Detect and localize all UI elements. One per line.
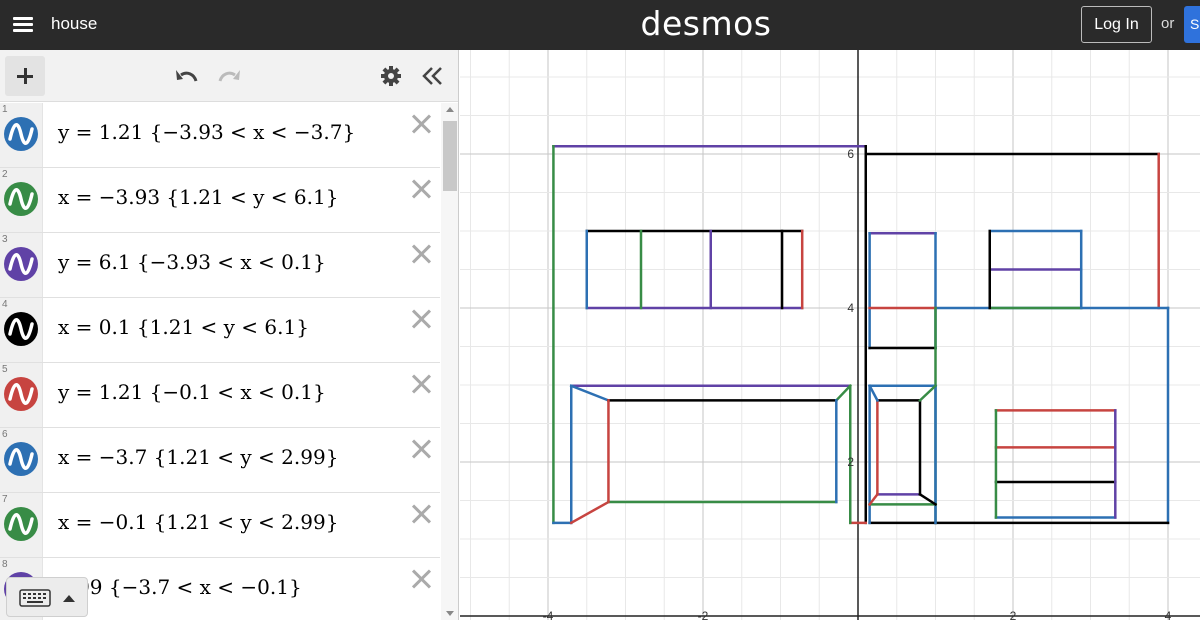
graph-segment[interactable] xyxy=(834,384,853,403)
expression-input[interactable]: y = 1.21 {−3.93 < x < −3.7} xyxy=(58,120,355,144)
scroll-thumb[interactable] xyxy=(443,121,457,191)
graph-segment[interactable] xyxy=(569,384,611,403)
keyboard-toggle-button[interactable] xyxy=(6,577,88,617)
delete-expression-icon[interactable] xyxy=(410,568,432,590)
expression-row[interactable]: 2 x = −3.93 {1.21 < y < 6.1} xyxy=(0,168,440,233)
expression-gutter: 5 xyxy=(0,363,43,427)
expression-index: 6 xyxy=(2,429,8,440)
expression-index: 1 xyxy=(2,104,8,115)
expression-toolbar xyxy=(0,50,458,102)
delete-expression-icon[interactable] xyxy=(410,503,432,525)
expression-index: 5 xyxy=(2,364,8,375)
graph-segment[interactable] xyxy=(918,492,938,507)
keyboard-icon xyxy=(19,589,51,607)
signup-button[interactable]: Sign Up xyxy=(1184,6,1200,43)
expression-row[interactable]: 4 x = 0.1 {1.21 < y < 6.1} xyxy=(0,298,440,363)
y-tick-label: 2 xyxy=(847,455,854,469)
graph-toggle-icon[interactable] xyxy=(4,247,38,281)
gear-icon[interactable] xyxy=(378,64,404,88)
undo-icon[interactable] xyxy=(174,64,200,88)
add-expression-button[interactable] xyxy=(5,56,45,96)
expression-gutter: 3 xyxy=(0,233,43,297)
or-label: or xyxy=(1161,15,1175,32)
expression-gutter: 1 xyxy=(0,103,43,167)
graph-segment[interactable] xyxy=(569,500,611,525)
desmos-logo: desmos xyxy=(640,4,772,43)
graph-svg[interactable]: -4 -2 2 4 2 4 6 xyxy=(460,50,1200,620)
graph-toggle-icon[interactable] xyxy=(4,312,38,346)
expression-scrollbar[interactable] xyxy=(441,103,458,620)
expression-gutter: 4 xyxy=(0,298,43,362)
expression-row[interactable]: 3 y = 6.1 {−3.93 < x < 0.1} xyxy=(0,233,440,298)
x-tick-label: -4 xyxy=(543,609,554,620)
x-tick-label: 4 xyxy=(1165,609,1172,620)
expression-row[interactable]: 7 x = −0.1 {1.21 < y < 2.99} xyxy=(0,493,440,558)
expression-index: 7 xyxy=(2,494,8,505)
expression-panel: 1 y = 1.21 {−3.93 < x < −3.7} 2 x = −3.93 {… xyxy=(0,50,459,620)
graph-toggle-icon[interactable] xyxy=(4,117,38,151)
expression-row[interactable]: 5 y = 1.21 {−0.1 < x < 0.1} xyxy=(0,363,440,428)
delete-expression-icon[interactable] xyxy=(410,308,432,330)
delete-expression-icon[interactable] xyxy=(410,178,432,200)
top-bar: house desmos Log In or Sign Up xyxy=(0,0,1200,50)
expression-index: 8 xyxy=(2,559,8,570)
expression-list: 1 y = 1.21 {−3.93 < x < −3.7} 2 x = −3.93 {… xyxy=(0,103,440,620)
expression-input[interactable]: 2.99 {−3.7 < x < −0.1} xyxy=(58,575,302,599)
graph-canvas[interactable]: -4 -2 2 4 2 4 6 xyxy=(460,50,1200,620)
expression-row[interactable]: 1 y = 1.21 {−3.93 < x < −3.7} xyxy=(0,103,440,168)
double-chevron-left-icon[interactable] xyxy=(420,64,446,88)
graph-toggle-icon[interactable] xyxy=(4,442,38,476)
expression-input[interactable]: x = −3.93 {1.21 < y < 6.1} xyxy=(58,185,338,209)
x-tick-label: 2 xyxy=(1010,609,1017,620)
y-tick-label: 4 xyxy=(847,301,854,315)
delete-expression-icon[interactable] xyxy=(410,113,432,135)
expression-gutter: 7 xyxy=(0,493,43,557)
chevron-up-icon xyxy=(63,595,75,602)
x-tick-label: -2 xyxy=(698,609,709,620)
delete-expression-icon[interactable] xyxy=(410,373,432,395)
expression-row[interactable]: 6 x = −3.7 {1.21 < y < 2.99} xyxy=(0,428,440,493)
expression-index: 4 xyxy=(2,299,8,310)
login-button[interactable]: Log In xyxy=(1081,6,1152,43)
expression-input[interactable]: x = −3.7 {1.21 < y < 2.99} xyxy=(58,445,338,469)
expression-input[interactable]: x = −0.1 {1.21 < y < 2.99} xyxy=(58,510,338,534)
expression-input[interactable]: y = 6.1 {−3.93 < x < 0.1} xyxy=(58,250,326,274)
delete-expression-icon[interactable] xyxy=(410,243,432,265)
expression-gutter: 6 xyxy=(0,428,43,492)
expression-input[interactable]: x = 0.1 {1.21 < y < 6.1} xyxy=(58,315,309,339)
graph-toggle-icon[interactable] xyxy=(4,507,38,541)
redo-icon[interactable] xyxy=(216,64,242,88)
expression-index: 3 xyxy=(2,234,8,245)
expression-index: 2 xyxy=(2,169,8,180)
graph-toggle-icon[interactable] xyxy=(4,377,38,411)
y-tick-label: 6 xyxy=(847,147,854,161)
delete-expression-icon[interactable] xyxy=(410,438,432,460)
graph-toggle-icon[interactable] xyxy=(4,182,38,216)
scroll-down-arrow-icon[interactable] xyxy=(446,611,454,616)
graph-segment[interactable] xyxy=(918,384,938,403)
expression-gutter: 2 xyxy=(0,168,43,232)
expression-input[interactable]: y = 1.21 {−0.1 < x < 0.1} xyxy=(58,380,326,404)
scroll-up-arrow-icon[interactable] xyxy=(446,107,454,112)
